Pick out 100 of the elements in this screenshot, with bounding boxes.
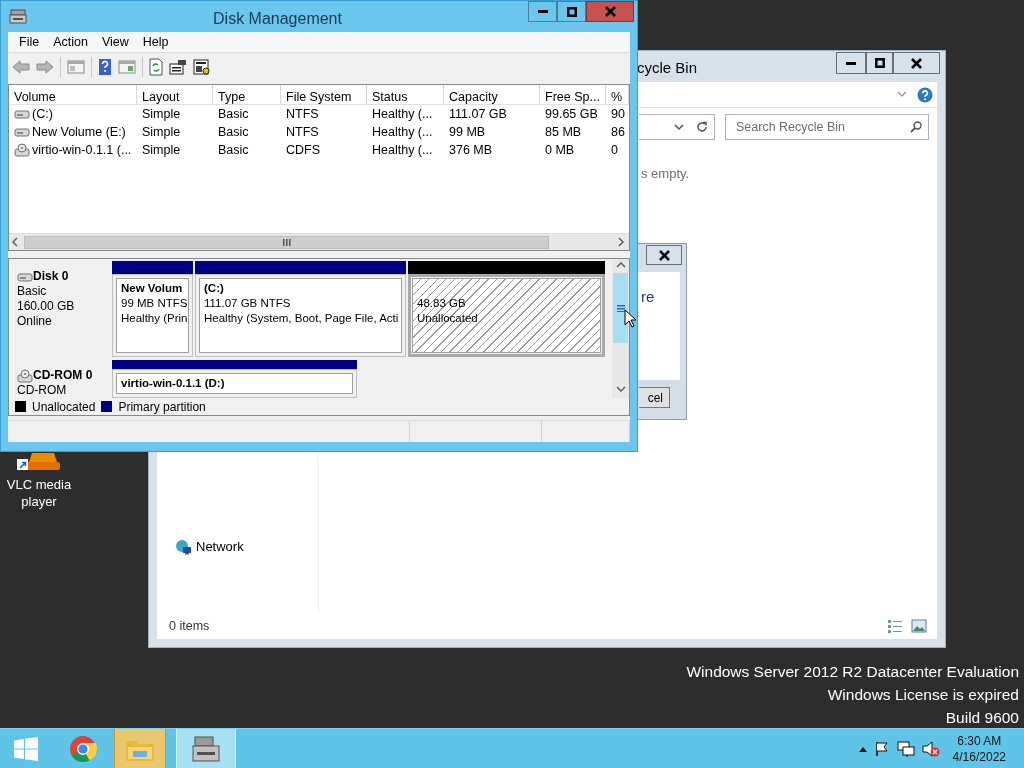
menu-item[interactable]: Help xyxy=(135,32,176,52)
speaker-icon[interactable] xyxy=(921,740,940,757)
app-icon xyxy=(9,8,27,24)
minimize-button[interactable] xyxy=(528,1,557,22)
table-cell-text: 90 xyxy=(611,105,625,123)
column-header[interactable]: % xyxy=(606,85,629,104)
disk-info: Basic xyxy=(17,284,48,299)
forward-arrow-icon[interactable] xyxy=(36,59,54,74)
disk-name: CD-ROM 0 xyxy=(33,368,93,383)
search-icon[interactable] xyxy=(910,121,922,133)
shortcut-arrow-icon xyxy=(17,459,28,470)
partition-info: Unallocated xyxy=(417,311,479,326)
partition-name: (C:) xyxy=(204,281,225,296)
desktop-info-text: Windows License is expired xyxy=(826,685,1019,705)
table-cell-text: NTFS xyxy=(286,123,319,141)
window-title: cycle Bin xyxy=(637,58,699,78)
address-bar[interactable] xyxy=(639,114,715,140)
close-icon xyxy=(604,6,616,17)
partition-block[interactable]: 48.83 GB Unallocated xyxy=(408,274,605,357)
clock[interactable]: 6:30 AM 4/16/2022 xyxy=(952,732,1006,765)
cancel-button[interactable]: cel xyxy=(639,387,670,408)
partition-info: 48.83 GB xyxy=(417,296,467,311)
table-cell-text: Basic xyxy=(218,141,249,159)
grip-icon xyxy=(616,304,625,312)
grip-icon xyxy=(282,238,291,246)
properties-icon[interactable] xyxy=(169,58,187,75)
table-cell-text: Basic xyxy=(218,105,249,123)
minimize-icon xyxy=(846,61,856,65)
table-cell-text: 111.07 GB xyxy=(449,105,507,123)
table-cell-text: 0 MB xyxy=(545,141,575,159)
minimize-button[interactable] xyxy=(836,52,866,74)
help-icon[interactable] xyxy=(917,86,933,103)
item-count: 0 items xyxy=(169,617,210,635)
column-header[interactable]: Capacity xyxy=(444,85,540,104)
drive-toolbox-icon xyxy=(191,734,221,763)
table-cell-text: 0 xyxy=(611,141,618,159)
table-cell-text: 99 MB xyxy=(449,123,486,141)
drive-icon xyxy=(14,108,30,120)
flag-icon[interactable] xyxy=(873,740,890,757)
search-field[interactable]: Search Recycle Bin xyxy=(725,114,929,140)
column-header[interactable]: Volume xyxy=(9,85,137,104)
partition-name: New Volum xyxy=(121,281,184,296)
column-header[interactable]: Type xyxy=(213,85,281,104)
large-icons-view-icon[interactable] xyxy=(911,619,927,633)
legend-label: Unallocated xyxy=(32,398,96,416)
details-view-icon[interactable] xyxy=(887,619,903,633)
nav-item[interactable]: Network xyxy=(175,480,244,613)
desktop-info-text: Build 9600 xyxy=(944,708,1019,728)
close-icon xyxy=(911,57,922,69)
minimize-icon xyxy=(537,10,548,13)
partition-info: Healthy (System, Boot, Page File, Acti xyxy=(204,311,397,326)
dialog-text: re xyxy=(641,288,655,305)
scrollbar[interactable] xyxy=(612,259,629,398)
partition-block[interactable]: virtio-win-0.1.1 (D:) xyxy=(112,369,357,398)
column-header[interactable]: Status xyxy=(367,85,444,104)
show-hidden-icons-icon[interactable] xyxy=(858,745,867,752)
cd-drive-icon xyxy=(17,368,33,383)
network-icon[interactable] xyxy=(896,740,915,757)
refresh-icon[interactable] xyxy=(696,121,708,133)
legend-label: Primary partition xyxy=(118,398,206,416)
drive-icon xyxy=(14,126,30,138)
table-cell-text: CDFS xyxy=(286,141,321,159)
table-cell-text: NTFS xyxy=(286,105,319,123)
menu-item[interactable]: File xyxy=(12,32,47,52)
menu-item[interactable]: View xyxy=(94,32,136,52)
close-button[interactable] xyxy=(646,245,682,265)
table-cell-text: Healthy (... xyxy=(372,141,433,159)
back-arrow-icon[interactable] xyxy=(12,59,30,74)
table-cell-text: virtio-win-0.1.1 (... xyxy=(32,141,132,159)
column-header[interactable]: File System xyxy=(281,85,367,104)
column-header[interactable]: Free Sp... xyxy=(540,85,606,104)
partition-block[interactable]: (C:) 111.07 GB NTFS Healthy (System, Boot, Page File, Acti xyxy=(195,274,406,357)
disk-name: Disk 0 xyxy=(33,269,69,284)
disk-info: CD-ROM xyxy=(17,383,68,398)
maximize-icon xyxy=(874,58,885,68)
menu-item[interactable]: Action xyxy=(46,32,95,52)
help-icon[interactable] xyxy=(98,58,112,75)
partition-info: 111.07 GB NTFS xyxy=(204,296,292,311)
table-cell-text: Healthy (... xyxy=(372,123,433,141)
partition-block[interactable]: New Volum 99 MB NTFS Healthy (Prin xyxy=(112,274,193,357)
maximize-button[interactable] xyxy=(866,52,893,74)
table-cell-text: 376 MB xyxy=(449,141,493,159)
disk-info: 160.00 GB xyxy=(17,299,76,314)
empty-folder-message: s empty. xyxy=(641,166,690,181)
desktop-icon-label[interactable]: VLC media player xyxy=(4,476,74,510)
windows-logo-icon xyxy=(14,736,38,761)
close-button[interactable] xyxy=(893,52,940,74)
refresh-icon[interactable] xyxy=(149,57,163,76)
pane-icon[interactable] xyxy=(118,59,136,74)
browser-icon xyxy=(69,734,97,763)
chevron-down-icon[interactable] xyxy=(674,123,684,131)
table-cell-text: Healthy (... xyxy=(372,105,433,123)
maximize-button[interactable] xyxy=(557,1,586,22)
drive-icon xyxy=(17,270,33,283)
table-cell-text: 86 xyxy=(611,123,625,141)
table-cell-text: (C:) xyxy=(32,105,53,123)
maximize-icon xyxy=(566,6,577,17)
table-cell-text: New Volume (E:) xyxy=(32,123,126,141)
scrollbar[interactable] xyxy=(9,233,629,250)
column-header[interactable]: Layout xyxy=(137,85,213,104)
